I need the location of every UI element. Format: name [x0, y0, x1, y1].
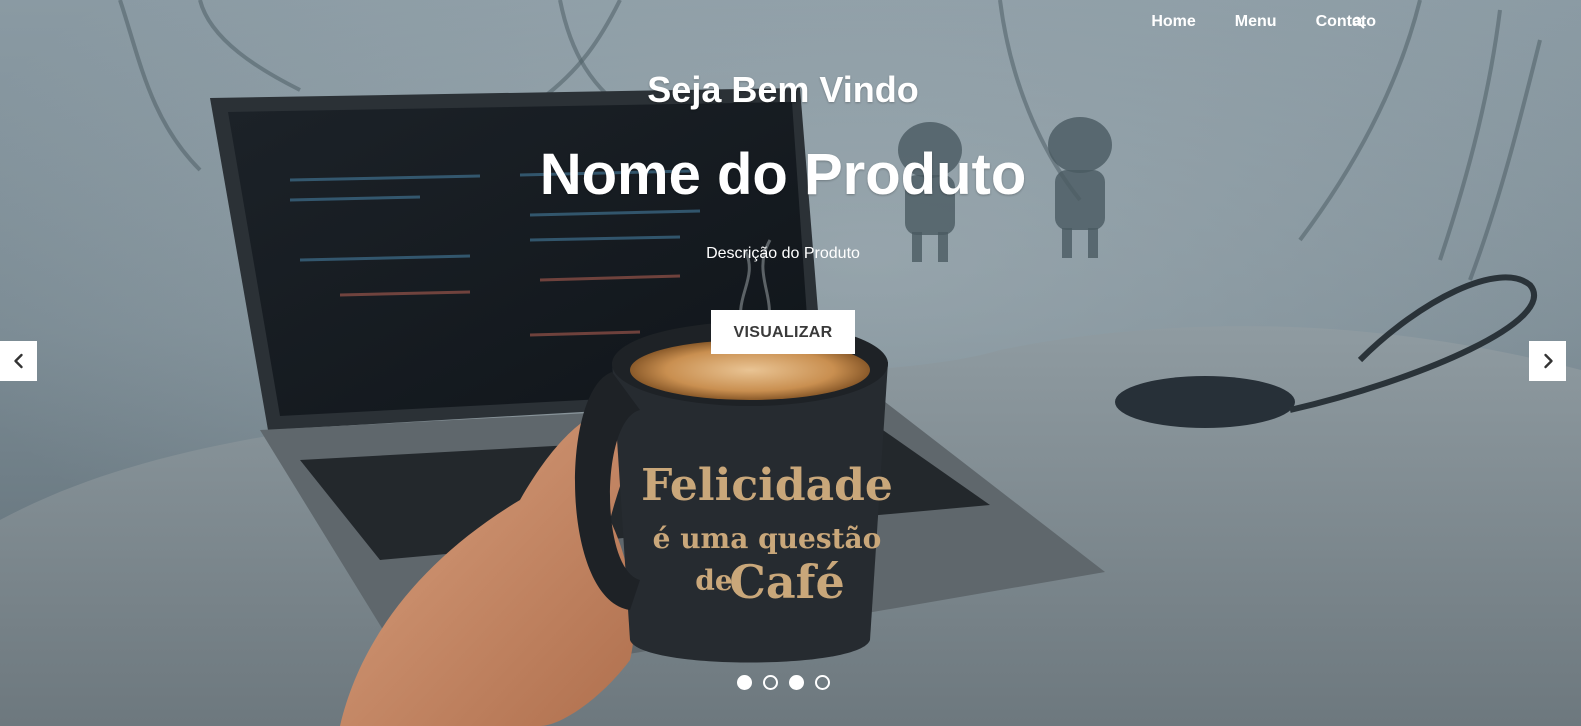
nav-link-menu[interactable]: Menu: [1235, 12, 1277, 32]
carousel-indicators: [737, 675, 830, 690]
product-description: Descrição do Produto: [706, 245, 860, 262]
view-button[interactable]: VISUALIZAR: [711, 310, 855, 354]
top-nav: Home Menu Contato: [1151, 12, 1376, 32]
carousel-next-button[interactable]: [1529, 341, 1566, 381]
chevron-left-icon: [13, 353, 23, 369]
mug-text-felicidade: Felicidade: [641, 460, 893, 511]
carousel-dot-4[interactable]: [815, 675, 830, 690]
carousel-dot-3[interactable]: [789, 675, 804, 690]
chevron-right-icon: [1543, 353, 1553, 369]
hero-carousel: Felicidade é uma questão de Café Home Me…: [0, 0, 1581, 726]
carousel-dot-2[interactable]: [763, 675, 778, 690]
carousel-dot-1[interactable]: [737, 675, 752, 690]
mug-text-questao: é uma questão: [653, 522, 882, 555]
search-icon[interactable]: [1352, 16, 1365, 29]
carousel-prev-button[interactable]: [0, 341, 37, 381]
welcome-heading: Seja Bem Vindo: [647, 69, 919, 110]
product-title: Nome do Produto: [539, 142, 1027, 207]
mug-text-cafe: Café: [729, 555, 844, 609]
nav-link-contato[interactable]: Contato: [1316, 12, 1376, 32]
mug-text-de: de: [695, 564, 732, 597]
nav-link-home[interactable]: Home: [1151, 12, 1195, 32]
